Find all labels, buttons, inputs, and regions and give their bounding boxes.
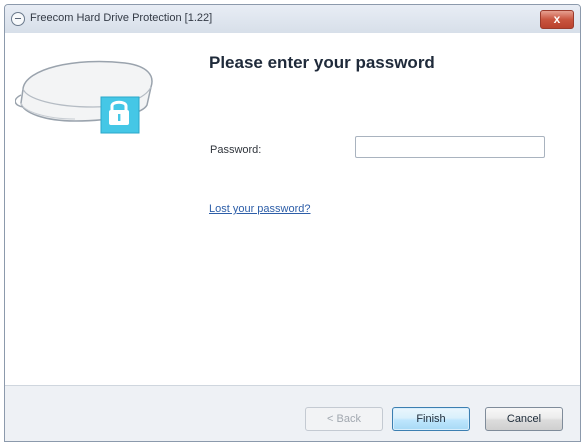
password-field[interactable] <box>355 136 545 158</box>
dialog-window: Freecom Hard Drive Protection [1.22] x P… <box>4 4 581 442</box>
left-panel <box>5 33 175 385</box>
button-bar: < Back Finish Cancel <box>5 386 580 441</box>
close-icon: x <box>553 12 561 26</box>
back-button[interactable]: < Back <box>305 407 383 431</box>
close-button[interactable]: x <box>540 10 574 29</box>
cancel-button[interactable]: Cancel <box>485 407 563 431</box>
hard-drive-lock-icon <box>15 60 153 134</box>
lost-password-link[interactable]: Lost your password? <box>209 203 311 215</box>
page-title: Please enter your password <box>209 53 435 72</box>
content-area: Please enter your password Password: Los… <box>5 33 580 386</box>
password-label: Password: <box>210 144 262 156</box>
title-bar[interactable]: Freecom Hard Drive Protection [1.22] x <box>5 5 580 34</box>
finish-button[interactable]: Finish <box>392 407 470 431</box>
window-title: Freecom Hard Drive Protection [1.22] <box>30 12 213 24</box>
app-icon[interactable] <box>11 12 25 26</box>
